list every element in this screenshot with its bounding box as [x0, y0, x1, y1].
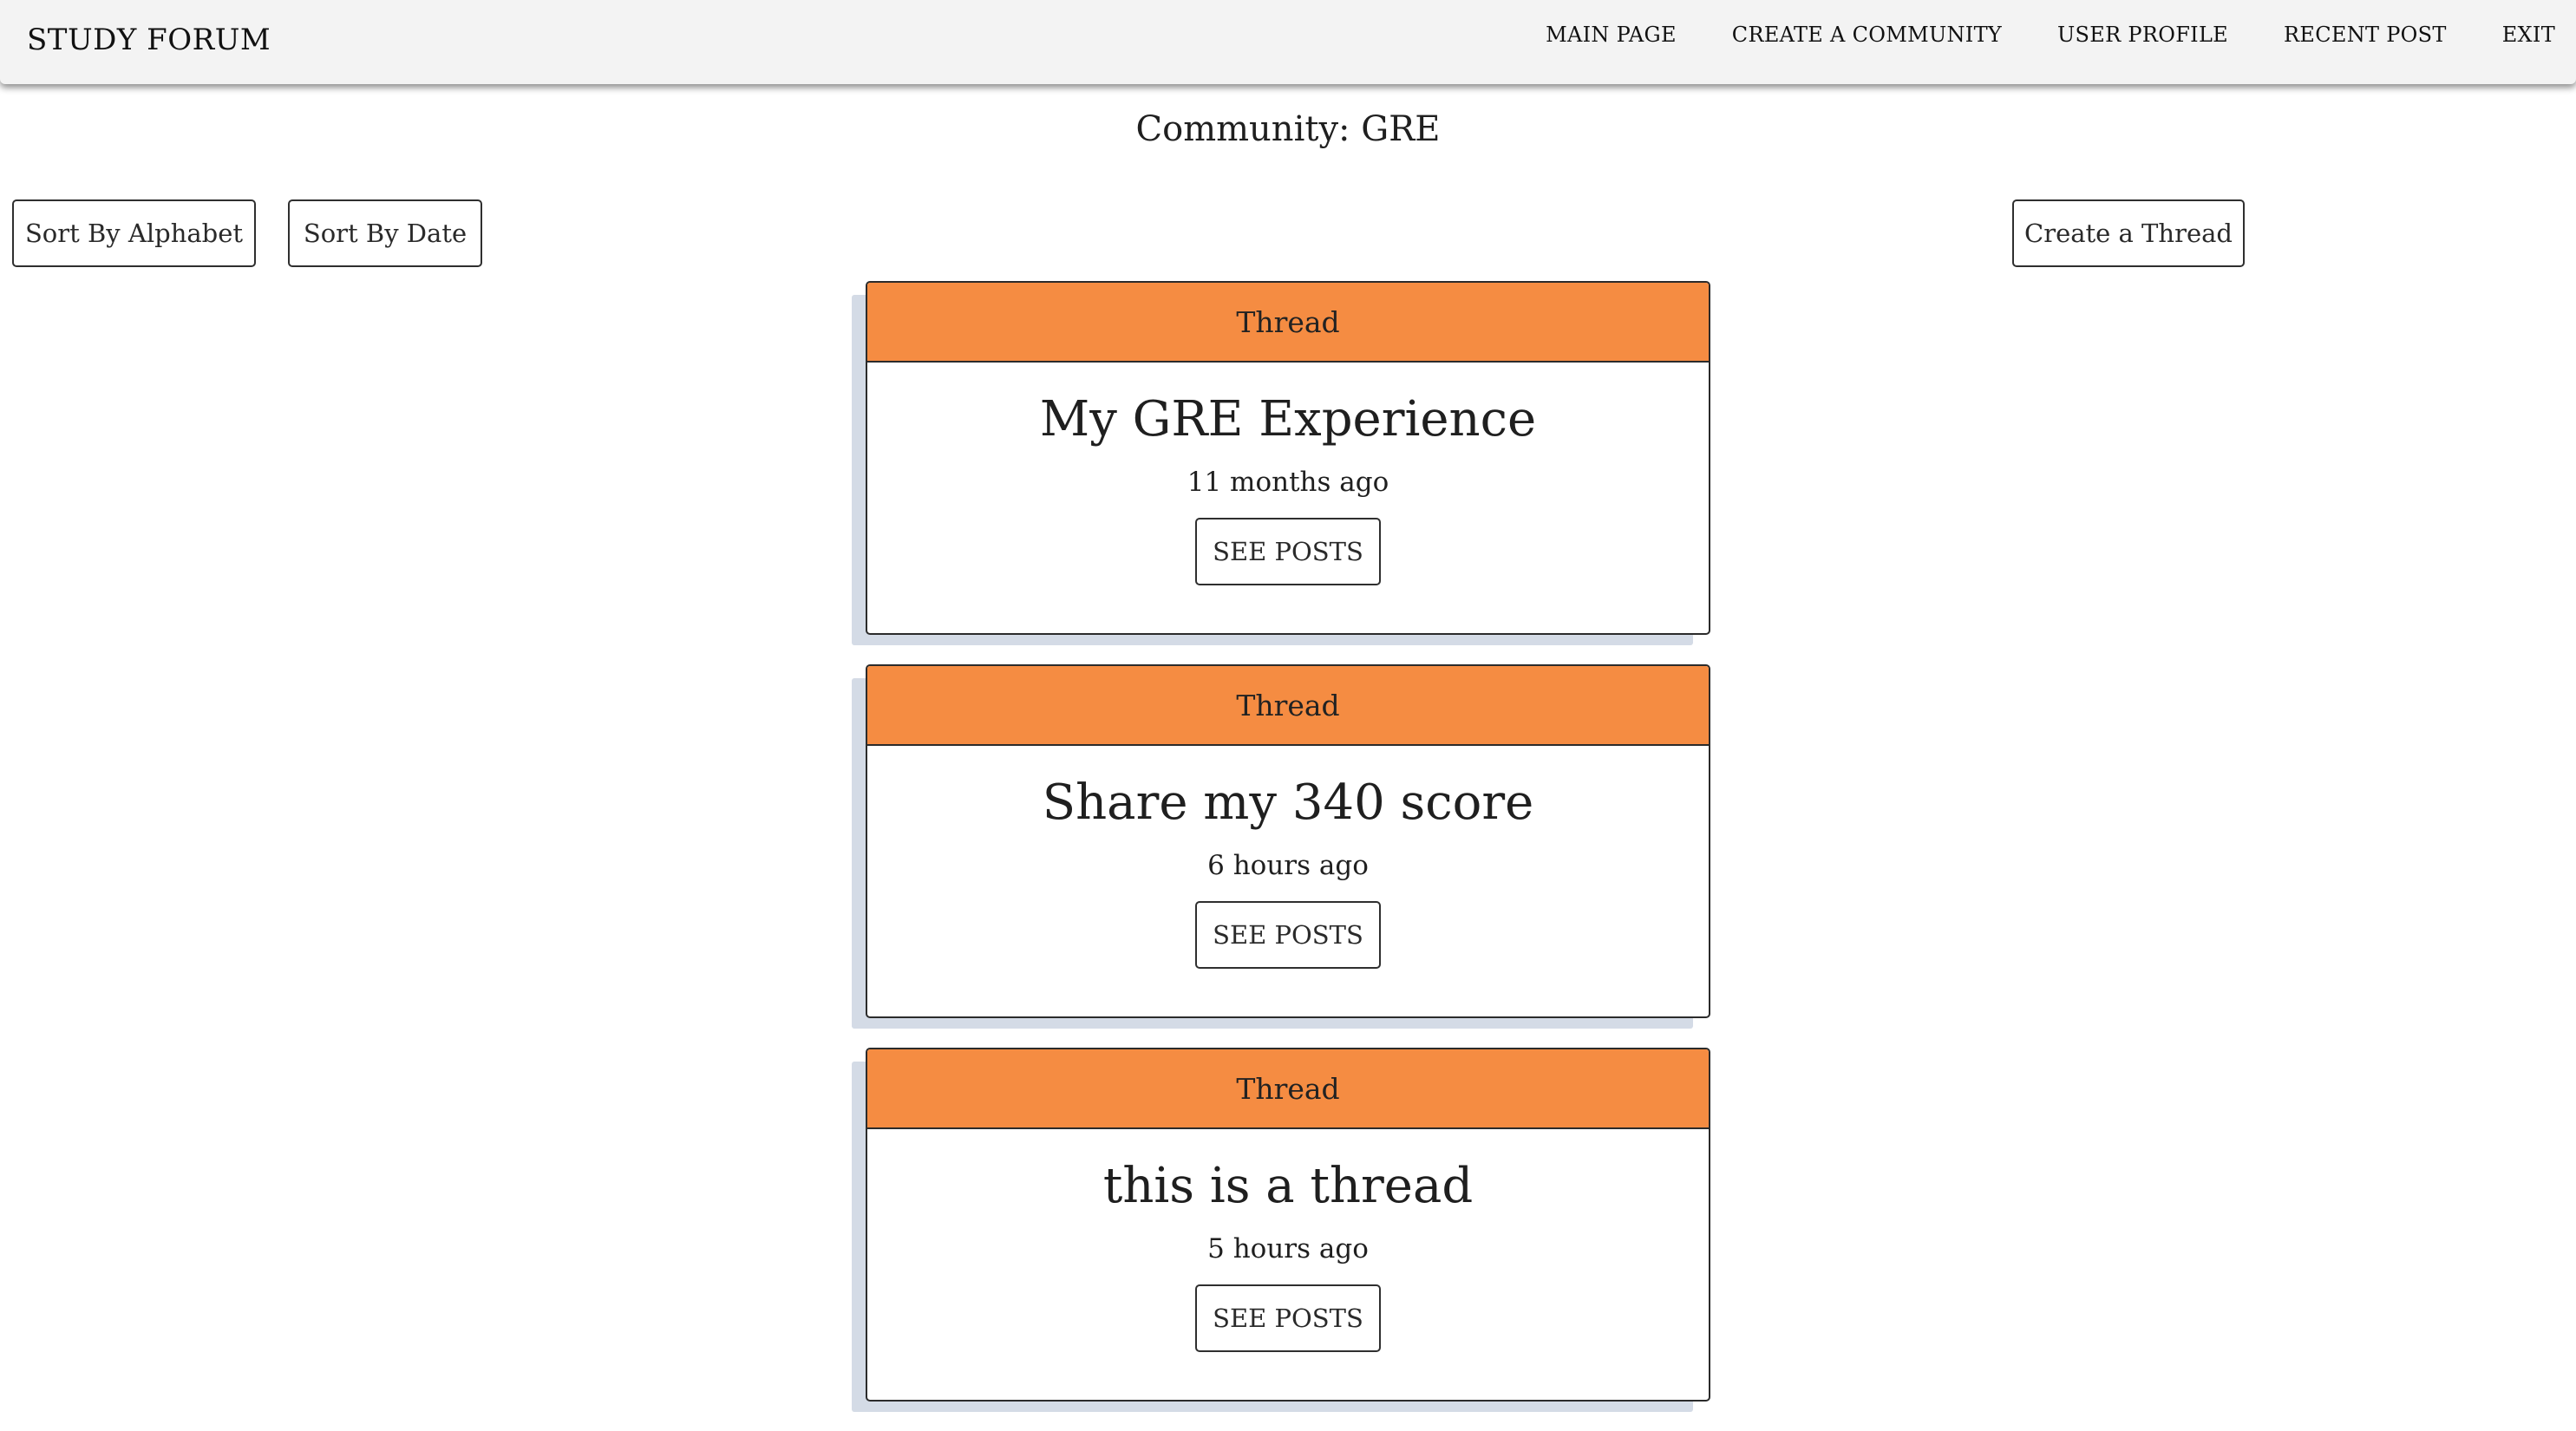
nav-link-create-community[interactable]: CREATE A COMMUNITY [1732, 23, 2002, 47]
thread-card: Thread Share my 340 score 6 hours ago SE… [866, 664, 1710, 1018]
nav-link-exit[interactable]: EXIT [2502, 23, 2555, 47]
sort-by-date-button[interactable]: Sort By Date [288, 199, 482, 267]
thread-timestamp: 5 hours ago [1207, 1233, 1369, 1264]
thread-title: Share my 340 score [1042, 774, 1534, 831]
page-title: Community: GRE [1135, 109, 1441, 149]
site-brand[interactable]: STUDY FORUM [27, 23, 271, 57]
thread-card-header: Thread [867, 666, 1709, 746]
thread-card: Thread My GRE Experience 11 months ago S… [866, 281, 1710, 635]
see-posts-button[interactable]: SEE POSTS [1195, 901, 1381, 969]
thread-title: My GRE Experience [1039, 391, 1537, 448]
thread-card-header: Thread [867, 283, 1709, 363]
top-navbar: STUDY FORUM MAIN PAGE CREATE A COMMUNITY… [0, 0, 2576, 84]
thread-timestamp: 11 months ago [1187, 467, 1389, 498]
nav-link-user-profile[interactable]: USER PROFILE [2057, 23, 2228, 47]
thread-card: Thread this is a thread 5 hours ago SEE … [866, 1048, 1710, 1402]
nav-link-recent-post[interactable]: RECENT POST [2284, 23, 2447, 47]
thread-timestamp: 6 hours ago [1207, 850, 1369, 881]
see-posts-button[interactable]: SEE POSTS [1195, 518, 1381, 585]
create-thread-button[interactable]: Create a Thread [2012, 199, 2245, 267]
thread-card-header: Thread [867, 1049, 1709, 1129]
sort-by-alphabet-button[interactable]: Sort By Alphabet [12, 199, 256, 267]
thread-list: Thread My GRE Experience 11 months ago S… [866, 281, 1710, 1431]
see-posts-button[interactable]: SEE POSTS [1195, 1284, 1381, 1352]
nav-link-main-page[interactable]: MAIN PAGE [1546, 23, 1677, 47]
nav-links: MAIN PAGE CREATE A COMMUNITY USER PROFIL… [1546, 23, 2555, 47]
thread-title: this is a thread [1102, 1158, 1474, 1214]
